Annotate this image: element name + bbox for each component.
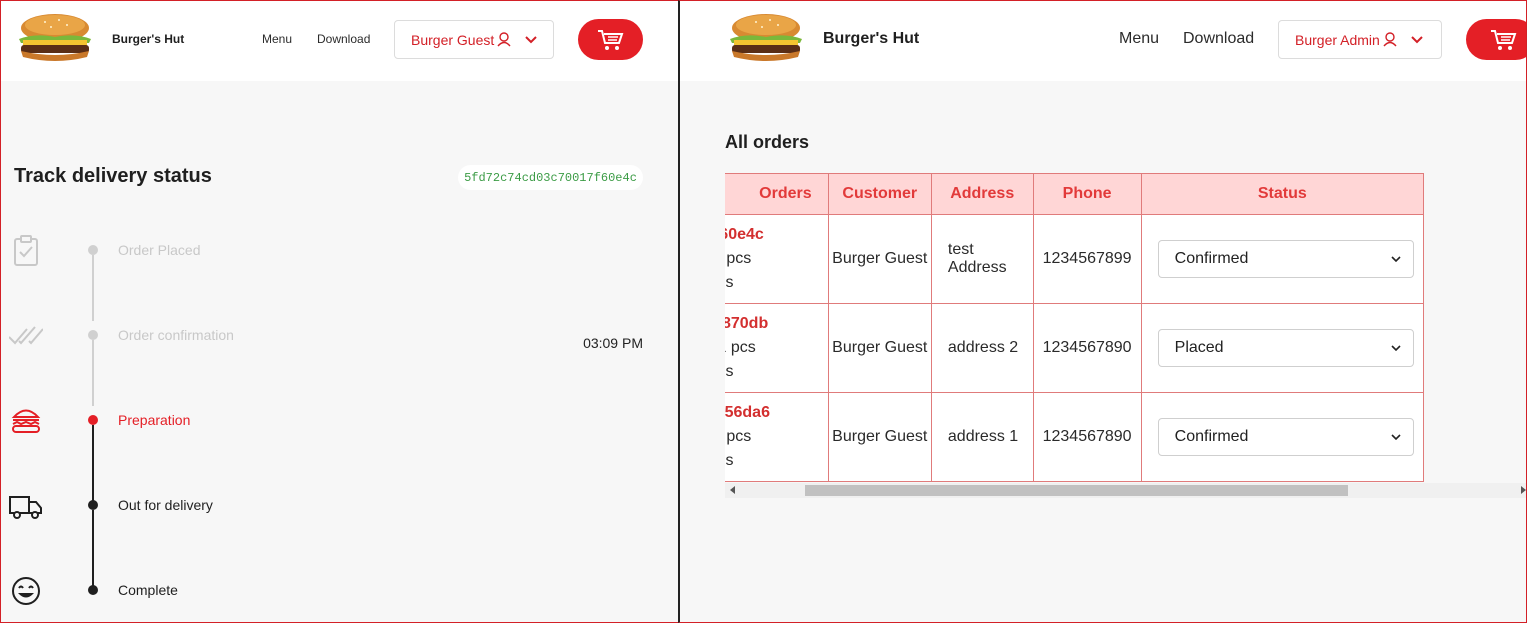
chevron-down-icon — [1391, 256, 1401, 262]
step-label-preparation: Preparation — [118, 412, 191, 428]
status-cell: Confirmed — [1140, 392, 1425, 482]
status-cell: Confirmed — [1140, 214, 1425, 304]
chevron-down-icon — [525, 35, 537, 43]
step-label-complete: Complete — [118, 582, 178, 598]
step-label-order-placed: Order Placed — [118, 242, 201, 258]
order-item: mal Style - 1 pcs — [725, 428, 752, 445]
horizontal-scrollbar[interactable] — [725, 483, 1526, 498]
status-select[interactable]: Placed — [1157, 329, 1414, 367]
chevron-down-icon — [1391, 345, 1401, 351]
customer-cell: Burger Guest — [827, 303, 932, 393]
phone-cell: 1234567890 — [1032, 303, 1142, 393]
table-header-row: Orders Customer Address Phone Status — [725, 173, 1425, 215]
step-dot — [88, 585, 98, 595]
status-value: Placed — [1174, 339, 1224, 356]
chevron-down-icon — [1391, 434, 1401, 440]
timeline-connector — [92, 255, 94, 321]
step-time: 03:09 PM — [583, 335, 643, 351]
navbar: Burger's Hut Menu Download Burger Admin — [680, 1, 1526, 81]
column-header-status: Status — [1140, 173, 1425, 215]
user-dropdown[interactable]: Burger Admin — [1278, 20, 1442, 59]
address-cell: address 1 — [930, 392, 1034, 482]
nav-download-link[interactable]: Download — [1183, 30, 1254, 48]
burger-logo[interactable] — [726, 13, 806, 70]
orders-table: Orders Customer Address Phone Status d03… — [725, 173, 1425, 482]
smile-icon — [9, 574, 43, 608]
navbar: Burger's Hut Menu Download Burger Guest — [1, 1, 678, 81]
status-value: Confirmed — [1174, 428, 1249, 445]
burger-icon — [9, 403, 43, 437]
order-item: ng Burger - 1 pcs — [725, 339, 756, 356]
clipboard-check-icon — [9, 233, 43, 267]
table-row: d03c70017f60e4c mal Style - 1 pcs Burger… — [725, 214, 1425, 304]
step-dot — [88, 330, 98, 340]
step-dot — [88, 245, 98, 255]
address-cell: test Address — [930, 214, 1034, 304]
phone-cell: 1234567899 — [1032, 214, 1142, 304]
order-id[interactable]: d03c70017f60e4c — [725, 223, 828, 247]
address-cell: address 2 — [930, 303, 1034, 393]
user-icon — [497, 32, 511, 47]
status-select[interactable]: Confirmed — [1157, 240, 1414, 278]
user-icon — [1383, 32, 1397, 47]
admin-pane: Burger's Hut Menu Download Burger Admin … — [678, 0, 1527, 623]
double-check-icon — [8, 319, 44, 353]
cart-button[interactable] — [578, 19, 643, 60]
timeline-connector — [92, 510, 94, 586]
orders-title: All orders — [725, 132, 810, 152]
guest-pane: Burger's Hut Menu Download Burger Guest … — [0, 0, 678, 623]
cart-icon — [1491, 29, 1517, 50]
user-name: Burger Guest — [411, 31, 495, 48]
user-name: Burger Admin — [1295, 31, 1380, 48]
column-header-address: Address — [930, 173, 1034, 215]
cart-icon — [597, 29, 623, 50]
table-row: c760823cc8870db ng Burger - 1 pcs Burger… — [725, 303, 1425, 393]
chevron-down-icon — [1411, 35, 1423, 43]
burger-logo[interactable] — [15, 13, 95, 70]
timeline-connector — [92, 425, 94, 501]
step-dot — [88, 500, 98, 510]
status-select[interactable]: Confirmed — [1157, 418, 1414, 456]
step-dot-current — [88, 415, 98, 425]
order-cell: c760823cc8870db ng Burger - 1 pcs Burger… — [725, 303, 829, 393]
page-title: Track delivery status — [14, 165, 212, 187]
brand-name[interactable]: Burger's Hut — [112, 32, 184, 46]
order-item: mal Style - 1 pcs — [725, 250, 752, 267]
scrollbar-thumb[interactable] — [805, 485, 1348, 496]
order-item: Burger - 1 pcs — [725, 452, 734, 469]
brand-name[interactable]: Burger's Hut — [823, 30, 919, 48]
customer-cell: Burger Guest — [827, 392, 932, 482]
user-dropdown[interactable]: Burger Guest — [394, 20, 554, 59]
nav-menu-link[interactable]: Menu — [262, 32, 292, 46]
column-header-customer: Customer — [827, 173, 932, 215]
timeline-connector — [92, 340, 94, 406]
column-header-orders: Orders — [725, 173, 829, 215]
status-cell: Placed — [1140, 303, 1425, 393]
step-label-order-confirmation: Order confirmation — [118, 327, 234, 343]
phone-cell: 1234567890 — [1032, 392, 1142, 482]
order-item: Burger - 1 pcs — [725, 274, 734, 291]
nav-menu-link[interactable]: Menu — [1119, 30, 1159, 48]
order-cell: d03c70017f60e4c mal Style - 1 pcs Burger… — [725, 214, 829, 304]
scroll-right-arrow-icon[interactable] — [1521, 486, 1526, 494]
orders-table-scroll[interactable]: Orders Customer Address Phone Status d03… — [725, 173, 1526, 483]
column-header-phone: Phone — [1032, 173, 1142, 215]
table-row: 72dbb087c056da6 mal Style - 1 pcs Burger… — [725, 392, 1425, 482]
cart-button[interactable] — [1466, 19, 1526, 60]
scroll-left-arrow-icon[interactable] — [730, 486, 735, 494]
customer-cell: Burger Guest — [827, 214, 932, 304]
truck-icon — [9, 489, 43, 523]
status-value: Confirmed — [1174, 250, 1249, 267]
nav-download-link[interactable]: Download — [317, 32, 370, 46]
order-id-badge: 5fd72c74cd03c70017f60e4c — [458, 165, 643, 190]
order-item: Burger - 1 pcs — [725, 363, 734, 380]
step-label-out-for-delivery: Out for delivery — [118, 497, 213, 513]
order-id[interactable]: c760823cc8870db — [725, 312, 828, 336]
order-id[interactable]: 72dbb087c056da6 — [725, 401, 828, 425]
order-cell: 72dbb087c056da6 mal Style - 1 pcs Burger… — [725, 392, 829, 482]
